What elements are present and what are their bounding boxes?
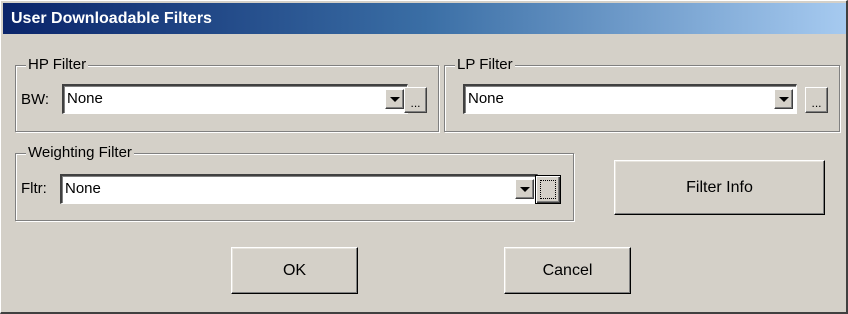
title-bar[interactable]: User Downloadable Filters [3, 3, 846, 34]
hp-filter-group: HP Filter BW: None ... [15, 56, 439, 132]
window-title: User Downloadable Filters [11, 10, 212, 27]
weighting-filter-selected-value: None [65, 180, 101, 197]
weighting-filter-dropdown[interactable]: None [60, 174, 538, 204]
ok-label: OK [282, 261, 307, 279]
hp-filter-group-label: HP Filter [26, 56, 89, 74]
ok-button[interactable]: OK [231, 247, 358, 294]
fltr-label: Fltr: [21, 180, 47, 197]
bw-label: BW: [21, 91, 50, 108]
chevron-down-icon[interactable] [385, 89, 404, 109]
chevron-down-icon[interactable] [515, 179, 534, 199]
focus-indicator [540, 180, 556, 199]
dialog-window: User Downloadable Filters HP Filter BW: … [0, 0, 848, 314]
weighting-filter-group-label: Weighting Filter [26, 144, 134, 162]
cancel-label: Cancel [542, 261, 593, 279]
lp-filter-browse-button[interactable]: ... [805, 87, 828, 113]
filter-info-label: Filter Info [686, 178, 753, 196]
lp-filter-selected-value: None [468, 90, 504, 107]
hp-filter-browse-button[interactable]: ... [404, 87, 427, 113]
hp-filter-bw-dropdown[interactable]: None [62, 84, 408, 114]
filter-info-button[interactable]: Filter Info [614, 160, 825, 215]
weighting-filter-browse-button[interactable] [535, 175, 561, 204]
weighting-filter-group: Weighting Filter Fltr: None [15, 144, 574, 221]
lp-filter-dropdown[interactable]: None [463, 84, 797, 114]
hp-filter-selected-value: None [67, 90, 103, 107]
lp-filter-browse-label: ... [811, 96, 822, 110]
hp-filter-browse-label: ... [410, 96, 421, 110]
lp-filter-group-label: LP Filter [455, 56, 515, 74]
chevron-down-icon[interactable] [774, 89, 793, 109]
cancel-button[interactable]: Cancel [504, 247, 631, 294]
lp-filter-group: LP Filter None ... [444, 56, 840, 132]
